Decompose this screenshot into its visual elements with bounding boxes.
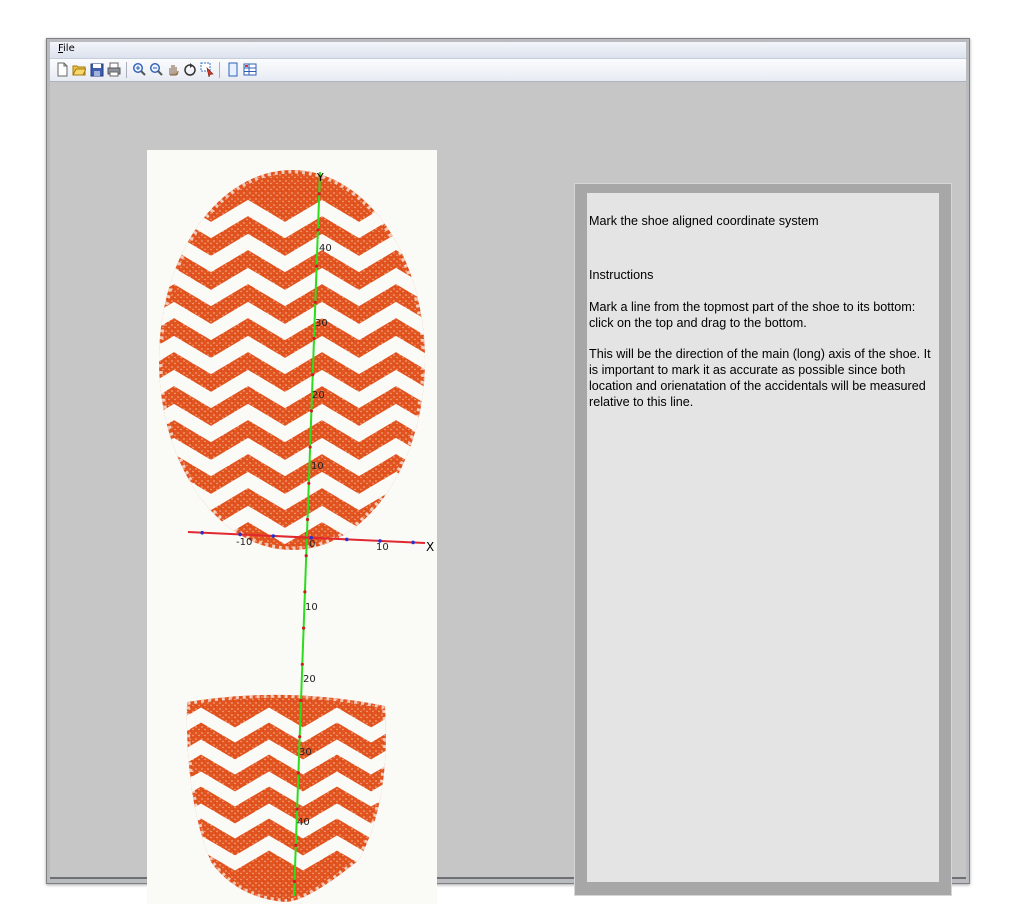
app-window: File Y X 40 30 20 10 -10 0 10 10 20 30 4… [46, 38, 970, 904]
x-tick-label: 0 [309, 539, 315, 550]
shoeprint-canvas[interactable]: Y X 40 30 20 10 -10 0 10 10 20 30 40 [147, 150, 437, 904]
y-axis-marker [313, 300, 317, 304]
x-axis-marker [200, 530, 204, 535]
zoom-out-icon[interactable] [149, 62, 163, 77]
y-tick-label: 20 [312, 390, 325, 401]
y-axis-marker [298, 735, 302, 739]
toolbar [50, 59, 966, 82]
x-tick-label: 10 [376, 542, 389, 553]
y-axis-marker [305, 517, 310, 522]
x-axis-marker [345, 537, 349, 542]
x-axis-marker [238, 532, 242, 537]
instructions-title: Instructions [589, 268, 654, 282]
y-axis-marker [309, 409, 313, 413]
y-axis-marker [308, 445, 312, 449]
rotate-icon[interactable] [183, 62, 197, 77]
x-axis-marker [411, 540, 415, 545]
y-axis-marker [317, 192, 321, 196]
y-axis-marker [292, 879, 297, 884]
split-view-icon[interactable] [243, 62, 257, 77]
y-axis-marker [296, 771, 300, 775]
toe-tread [159, 170, 425, 550]
y-axis-marker [316, 228, 320, 232]
toolbar-separator [219, 62, 220, 78]
y-axis-marker [311, 373, 315, 377]
zoom-in-icon[interactable] [132, 62, 146, 77]
new-icon[interactable] [55, 62, 69, 77]
toolbar-separator [126, 62, 127, 78]
y-axis-marker [307, 481, 311, 485]
instructions-content: Mark the shoe aligned coordinate system … [587, 193, 939, 882]
panel-heading: Mark the shoe aligned coordinate system [589, 214, 819, 228]
y-tick-label: 30 [299, 747, 312, 758]
workspace: Y X 40 30 20 10 -10 0 10 10 20 30 40 Mar… [50, 82, 966, 904]
y-axis-marker [312, 336, 316, 341]
y-axis-marker [300, 662, 304, 666]
y-axis-marker [294, 843, 298, 847]
open-icon[interactable] [72, 62, 86, 77]
y-axis-marker [299, 698, 303, 703]
y-tick-label: 40 [319, 243, 332, 254]
menu-bar: File [50, 42, 966, 59]
y-tick-label: 20 [303, 674, 316, 685]
y-axis-marker [302, 626, 306, 630]
pan-hand-icon[interactable] [166, 62, 180, 77]
y-tick-label: 30 [315, 318, 328, 329]
y-tick-label: 40 [297, 817, 310, 828]
y-axis-marker [295, 807, 299, 811]
y-tick-label: 10 [311, 461, 324, 472]
instructions-paragraph-2: This will be the direction of the main (… [589, 347, 931, 409]
y-axis-marker [303, 590, 307, 594]
instructions-paragraph-1: Mark a line from the topmost part of the… [589, 300, 916, 330]
instructions-panel: Mark the shoe aligned coordinate system … [574, 183, 952, 896]
select-icon[interactable] [200, 62, 214, 77]
y-axis-marker [315, 264, 319, 268]
heel-tread [186, 694, 386, 902]
x-tick-label: -10 [236, 537, 252, 548]
shoeprint-image[interactable]: Y X 40 30 20 10 -10 0 10 10 20 30 40 [147, 150, 437, 904]
save-icon[interactable] [90, 62, 104, 77]
print-icon[interactable] [107, 62, 121, 77]
y-axis-label: Y [316, 171, 324, 184]
y-axis-marker [304, 554, 308, 558]
single-page-icon[interactable] [226, 62, 240, 77]
y-tick-label: 10 [305, 602, 318, 613]
menu-file[interactable]: File [58, 43, 75, 54]
x-axis-marker [271, 534, 276, 538]
x-axis-label: X [426, 540, 434, 554]
